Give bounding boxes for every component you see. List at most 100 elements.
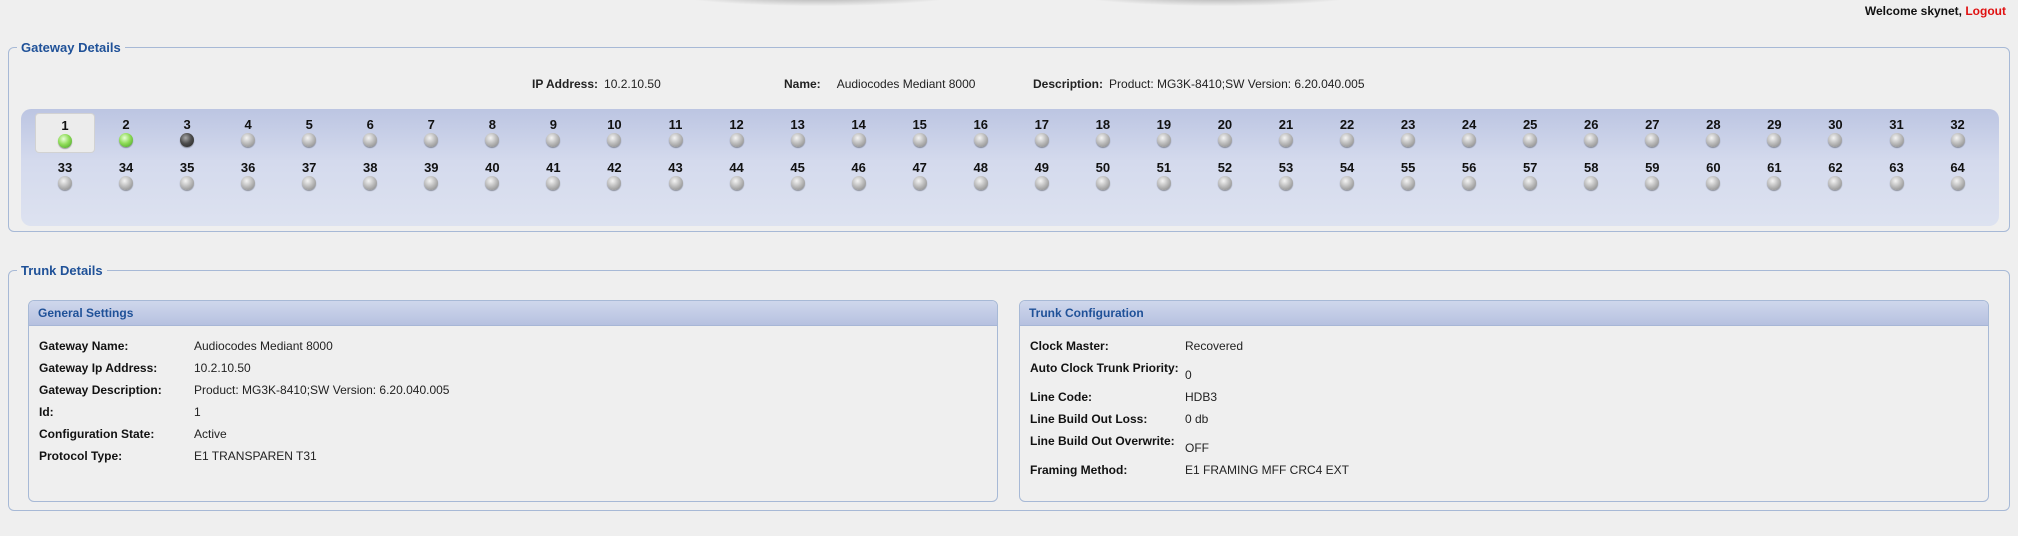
port-status-led-icon[interactable] (1706, 133, 1721, 147)
port-24[interactable]: 24 (1439, 113, 1499, 153)
port-58[interactable]: 58 (1561, 156, 1621, 196)
port-status-led-icon[interactable] (973, 133, 988, 147)
port-status-led-icon[interactable] (1340, 176, 1355, 190)
port-33[interactable]: 33 (35, 156, 95, 196)
port-20[interactable]: 20 (1195, 113, 1255, 153)
port-10[interactable]: 10 (584, 113, 644, 153)
port-52[interactable]: 52 (1195, 156, 1255, 196)
port-status-led-icon[interactable] (58, 176, 72, 190)
port-5[interactable]: 5 (279, 113, 339, 153)
port-25[interactable]: 25 (1500, 113, 1560, 153)
port-49[interactable]: 49 (1012, 156, 1072, 196)
port-56[interactable]: 56 (1439, 156, 1499, 196)
port-23[interactable]: 23 (1378, 113, 1438, 153)
port-18[interactable]: 18 (1073, 113, 1133, 153)
port-status-led-icon[interactable] (1279, 133, 1293, 147)
port-status-led-icon[interactable] (180, 133, 195, 147)
port-status-led-icon[interactable] (1034, 133, 1049, 147)
port-13[interactable]: 13 (768, 113, 828, 153)
port-40[interactable]: 40 (462, 156, 522, 196)
port-status-led-icon[interactable] (1889, 176, 1904, 190)
port-30[interactable]: 30 (1805, 113, 1865, 153)
port-3[interactable]: 3 (157, 113, 217, 153)
port-status-led-icon[interactable] (119, 176, 134, 190)
port-status-led-icon[interactable] (1828, 176, 1843, 190)
port-status-led-icon[interactable] (302, 176, 317, 190)
port-status-led-icon[interactable] (1584, 133, 1599, 147)
port-62[interactable]: 62 (1805, 156, 1865, 196)
port-14[interactable]: 14 (829, 113, 889, 153)
port-4[interactable]: 4 (218, 113, 278, 153)
port-status-led-icon[interactable] (1950, 133, 1965, 147)
port-status-led-icon[interactable] (302, 133, 317, 147)
port-9[interactable]: 9 (523, 113, 583, 153)
port-status-led-icon[interactable] (790, 176, 805, 190)
port-status-led-icon[interactable] (1706, 176, 1721, 190)
port-42[interactable]: 42 (584, 156, 644, 196)
port-28[interactable]: 28 (1683, 113, 1743, 153)
port-55[interactable]: 55 (1378, 156, 1438, 196)
port-26[interactable]: 26 (1561, 113, 1621, 153)
port-status-led-icon[interactable] (1767, 133, 1782, 147)
port-status-led-icon[interactable] (1401, 133, 1416, 147)
port-status-led-icon[interactable] (58, 134, 72, 148)
port-status-led-icon[interactable] (607, 176, 622, 190)
port-status-led-icon[interactable] (1645, 133, 1660, 147)
port-1[interactable]: 1 (35, 113, 95, 153)
port-21[interactable]: 21 (1256, 113, 1316, 153)
port-19[interactable]: 19 (1134, 113, 1194, 153)
port-status-led-icon[interactable] (668, 176, 683, 190)
port-48[interactable]: 48 (951, 156, 1011, 196)
port-status-led-icon[interactable] (1279, 176, 1293, 190)
port-51[interactable]: 51 (1134, 156, 1194, 196)
port-status-led-icon[interactable] (912, 176, 927, 190)
port-37[interactable]: 37 (279, 156, 339, 196)
port-16[interactable]: 16 (951, 113, 1011, 153)
port-41[interactable]: 41 (523, 156, 583, 196)
port-status-led-icon[interactable] (912, 133, 927, 147)
port-32[interactable]: 32 (1928, 113, 1988, 153)
port-31[interactable]: 31 (1867, 113, 1927, 153)
port-43[interactable]: 43 (646, 156, 706, 196)
port-status-led-icon[interactable] (1523, 133, 1538, 147)
port-38[interactable]: 38 (340, 156, 400, 196)
port-status-led-icon[interactable] (424, 133, 439, 147)
port-status-led-icon[interactable] (363, 133, 378, 147)
port-2[interactable]: 2 (96, 113, 156, 153)
port-8[interactable]: 8 (462, 113, 522, 153)
port-status-led-icon[interactable] (851, 133, 866, 147)
logout-link[interactable]: Logout (1965, 4, 2006, 18)
port-status-led-icon[interactable] (180, 176, 195, 190)
port-64[interactable]: 64 (1928, 156, 1988, 196)
port-44[interactable]: 44 (707, 156, 767, 196)
port-status-led-icon[interactable] (363, 176, 378, 190)
port-status-led-icon[interactable] (546, 176, 561, 190)
port-15[interactable]: 15 (890, 113, 950, 153)
port-status-led-icon[interactable] (241, 133, 256, 147)
port-36[interactable]: 36 (218, 156, 278, 196)
port-status-led-icon[interactable] (973, 176, 988, 190)
port-status-led-icon[interactable] (790, 133, 805, 147)
port-22[interactable]: 22 (1317, 113, 1377, 153)
port-status-led-icon[interactable] (1462, 133, 1477, 147)
port-39[interactable]: 39 (401, 156, 461, 196)
port-50[interactable]: 50 (1073, 156, 1133, 196)
port-status-led-icon[interactable] (1034, 176, 1049, 190)
port-status-led-icon[interactable] (1156, 176, 1171, 190)
port-54[interactable]: 54 (1317, 156, 1377, 196)
port-status-led-icon[interactable] (485, 176, 500, 190)
port-status-led-icon[interactable] (851, 176, 866, 190)
port-status-led-icon[interactable] (1645, 176, 1660, 190)
port-status-led-icon[interactable] (668, 133, 683, 147)
port-status-led-icon[interactable] (607, 133, 622, 147)
port-status-led-icon[interactable] (1523, 176, 1538, 190)
port-status-led-icon[interactable] (1889, 133, 1904, 147)
port-status-led-icon[interactable] (485, 133, 500, 147)
port-status-led-icon[interactable] (729, 176, 744, 190)
port-12[interactable]: 12 (707, 113, 767, 153)
port-status-led-icon[interactable] (546, 133, 561, 147)
port-45[interactable]: 45 (768, 156, 828, 196)
port-status-led-icon[interactable] (1156, 133, 1171, 147)
port-46[interactable]: 46 (829, 156, 889, 196)
port-status-led-icon[interactable] (1217, 133, 1232, 147)
